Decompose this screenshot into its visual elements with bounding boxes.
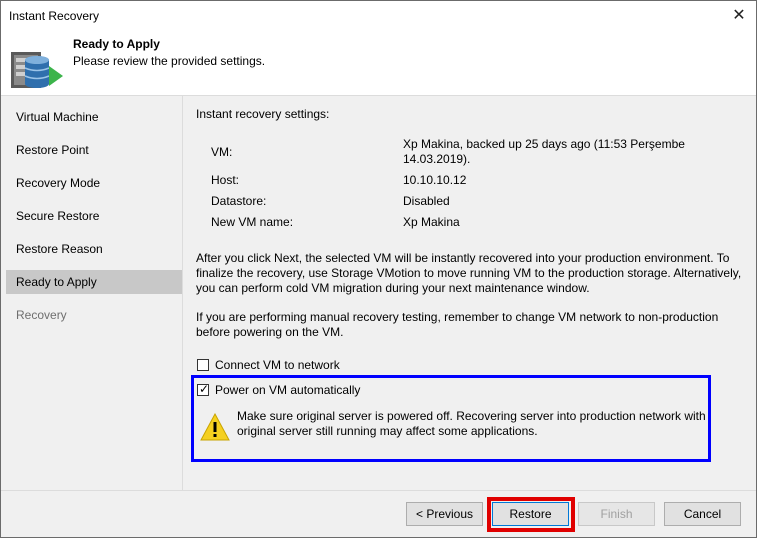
step-recovery: Recovery [16,308,67,322]
connect-network-checkbox[interactable] [197,359,209,371]
step-restore-point[interactable]: Restore Point [6,138,182,162]
footer-divider [1,490,756,491]
setting-key-datastore: Datastore: [211,194,267,208]
setting-value-vm: Xp Makina, backed up 25 days ago (11:53 … [403,137,685,151]
page-title: Ready to Apply [73,37,160,51]
setting-value-new-vm-name: Xp Makina [403,215,460,229]
setting-key-vm: VM: [211,145,233,159]
server-restore-icon [11,52,63,88]
step-virtual-machine[interactable]: Virtual Machine [6,105,182,129]
window-title: Instant Recovery [9,9,100,23]
section-title: Instant recovery settings: [196,107,330,121]
restore-highlight-box [487,497,575,532]
instant-recovery-dialog: Instant Recovery ✕ Ready to Apply Please… [0,0,757,538]
setting-value-datastore: Disabled [403,194,450,208]
wizard-steps-sidebar: Virtual Machine Restore Point Recovery M… [1,96,182,490]
setting-key-new-vm-name: New VM name: [211,215,294,229]
recovery-info-text: After you click Next, the selected VM wi… [196,251,742,295]
cancel-button[interactable]: Cancel [664,502,741,526]
step-recovery-mode[interactable]: Recovery Mode [6,171,182,195]
power-on-highlight-box [191,375,711,462]
step-secure-restore[interactable]: Secure Restore [6,204,182,228]
previous-button[interactable]: < Previous [406,502,483,526]
page-subtitle: Please review the provided settings. [73,54,266,68]
finish-button: Finish [578,502,655,526]
wizard-header: Ready to Apply Please review the provide… [1,31,756,96]
setting-value-vm-date: 14.03.2019). [403,152,471,166]
title-bar: Instant Recovery ✕ [1,1,756,31]
step-restore-reason[interactable]: Restore Reason [6,237,182,261]
step-ready-to-apply[interactable]: Ready to Apply [6,270,182,294]
close-icon[interactable]: ✕ [726,3,752,29]
setting-value-host: 10.10.10.12 [403,173,467,187]
testing-info-text: If you are performing manual recovery te… [196,310,719,339]
connect-network-label[interactable]: Connect VM to network [215,358,340,372]
setting-key-host: Host: [211,173,240,187]
